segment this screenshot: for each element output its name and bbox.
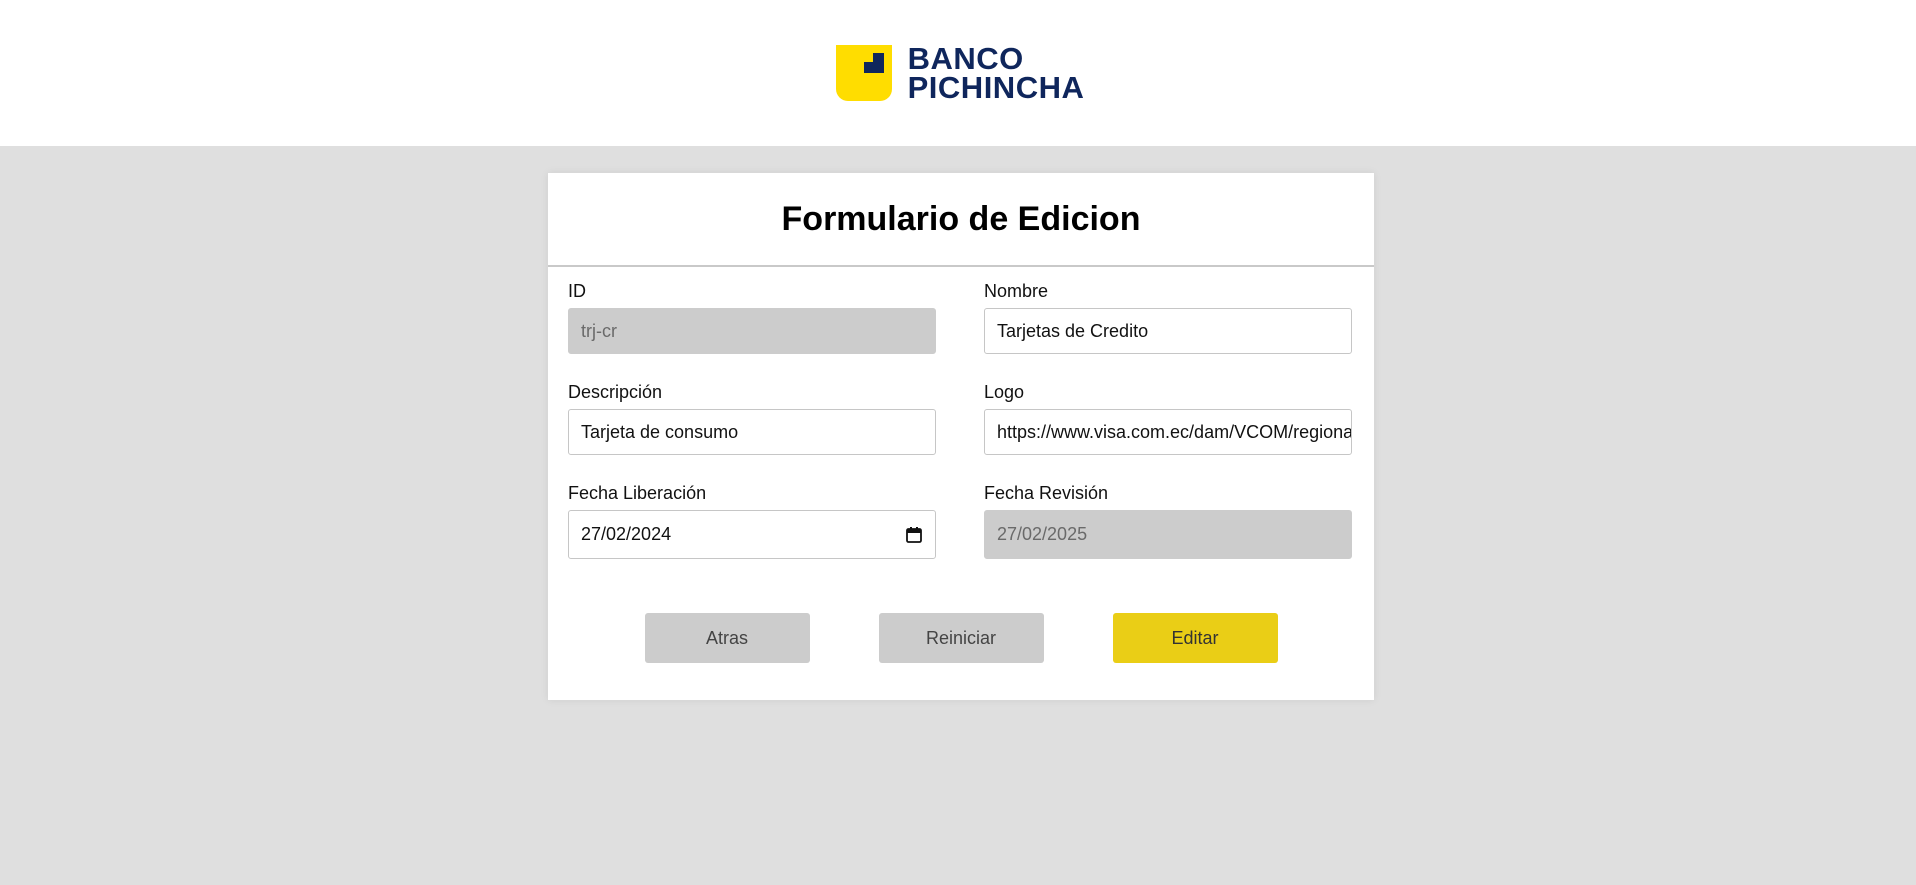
- logo-label: Logo: [984, 382, 1025, 402]
- logo-input[interactable]: https://www.visa.com.ec/dam/VCOM/regiona…: [984, 409, 1352, 455]
- fecha-liberacion-input[interactable]: 27/02/2024: [568, 510, 936, 559]
- field-nombre: Nombre Tarjetas de Credito: [984, 281, 1352, 382]
- form-actions: Atras Reiniciar Editar: [548, 613, 1374, 663]
- nombre-input[interactable]: Tarjetas de Credito: [984, 308, 1352, 354]
- field-logo: Logo https://www.visa.com.ec/dam/VCOM/re…: [984, 382, 1352, 483]
- nombre-label: Nombre: [984, 281, 1049, 301]
- brand-line-2: PICHINCHA: [907, 70, 1085, 105]
- brand-logo: BANCO PICHINCHA: [835, 41, 1085, 105]
- form-fields: ID trj-cr Nombre Tarjetas de Credito Des…: [548, 267, 1374, 584]
- top-header: BANCO PICHINCHA: [0, 0, 1916, 146]
- back-button[interactable]: Atras: [644, 613, 810, 663]
- reset-button[interactable]: Reiniciar: [878, 613, 1044, 663]
- calendar-icon[interactable]: [905, 526, 923, 544]
- fecha-liberacion-value: 27/02/2024: [581, 524, 672, 544]
- field-descripcion: Descripción Tarjeta de consumo: [568, 382, 936, 483]
- fecha-revision-label: Fecha Revisión: [984, 483, 1109, 503]
- fecha-revision-input: 27/02/2025: [984, 510, 1352, 559]
- banco-pichincha-logo-icon: [835, 45, 892, 101]
- field-fecha-revision: Fecha Revisión 27/02/2025: [984, 483, 1352, 584]
- edit-button[interactable]: Editar: [1112, 613, 1278, 663]
- form-header: Formulario de Edicion: [548, 173, 1374, 267]
- form-title: Formulario de Edicion: [781, 199, 1141, 238]
- edit-form-card: Formulario de Edicion ID trj-cr Nombre T…: [548, 173, 1374, 700]
- descripcion-input[interactable]: Tarjeta de consumo: [568, 409, 936, 455]
- brand-name: BANCO PICHINCHA: [907, 41, 1085, 105]
- descripcion-label: Descripción: [568, 382, 663, 402]
- brand-line-1: BANCO: [907, 41, 1024, 76]
- fecha-liberacion-label: Fecha Liberación: [568, 483, 707, 503]
- id-input: trj-cr: [568, 308, 936, 354]
- id-label: ID: [568, 281, 586, 301]
- field-id: ID trj-cr: [568, 281, 936, 382]
- field-fecha-liberacion: Fecha Liberación 27/02/2024: [568, 483, 936, 584]
